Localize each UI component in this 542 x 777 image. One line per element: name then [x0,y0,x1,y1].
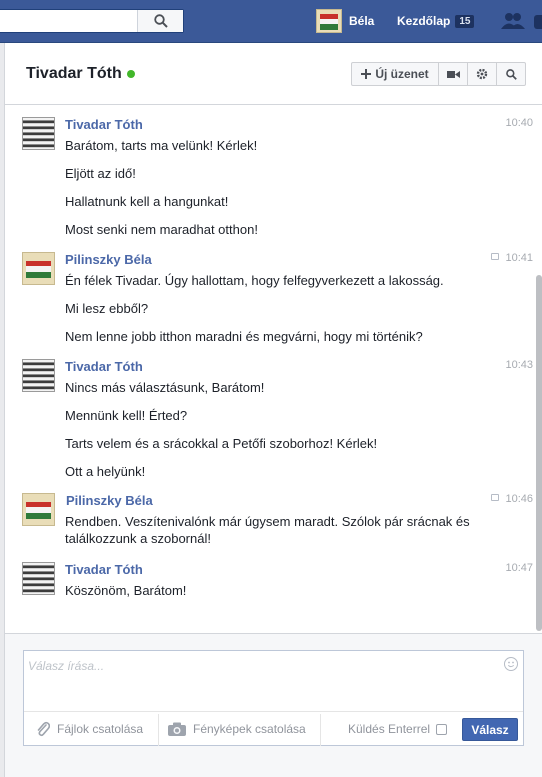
message-text: Most senki nem maradhat otthon! [65,222,258,237]
attach-photos-label: Fényképek csatolása [193,722,306,736]
smiley-icon[interactable] [504,657,518,671]
sender-name[interactable]: Tivadar Tóth [65,562,143,577]
messages-icon[interactable] [534,15,542,29]
video-icon [446,70,460,78]
video-call-button[interactable] [438,63,467,85]
home-notification-count: 15 [455,14,475,28]
sender-name[interactable]: Tivadar Tóth [65,117,143,132]
sender-avatar[interactable] [22,117,55,150]
sender-avatar[interactable] [22,562,55,595]
reply-input[interactable] [28,657,498,675]
message-text: Én félek Tivadar. Úgy hallottam, hogy fe… [65,273,444,288]
attach-photos-button[interactable]: Fényképek csatolása [168,712,306,746]
reply-button[interactable]: Válasz [462,718,518,741]
message-text: Köszönöm, Barátom! [65,583,187,598]
message-time: 10:46 [505,493,533,505]
message-timestamp: 10:41 [491,252,533,264]
send-on-enter-option[interactable]: Küldés Enterrel [348,722,448,736]
message-timestamp: 10:43 [505,359,533,371]
message-text: Rendben. Veszítenivalónk már úgysem mara… [65,514,470,546]
profile-avatar [316,9,342,33]
sender-avatar[interactable] [22,359,55,392]
message-text: Eljött az idő! [65,166,136,181]
message-time: 10:41 [505,252,533,264]
message-text: Nem lenne jobb itthon maradni és megvárn… [65,329,423,344]
message-text: Ott a helyünk! [65,464,146,479]
new-message-label: Új üzenet [375,67,429,81]
new-message-button[interactable]: Új üzenet [352,63,438,85]
message-text: Barátom, tarts ma velünk! Kérlek! [65,138,258,153]
toolbar-divider [320,714,321,746]
conversation-panel: Tivadar Tóth Új üzenet Tivadar Tóth 10:4… [4,43,542,777]
message-text: Mi lesz ebből? [65,301,149,316]
attach-files-button[interactable]: Fájlok csatolása [36,712,143,746]
search-button[interactable] [137,10,183,32]
camera-icon [168,722,186,736]
sender-avatar[interactable] [22,252,55,285]
conversation-header: Tivadar Tóth Új üzenet [5,43,542,105]
friends-icon[interactable] [501,12,525,30]
attach-files-label: Fájlok csatolása [57,722,144,736]
reply-toolbar: Fájlok csatolása Fényképek csatolása Kül… [24,711,523,746]
toolbar-divider [158,714,159,746]
settings-button[interactable] [467,63,496,85]
message-timestamp: 10:47 [505,562,533,574]
message-text: Mennünk kell! Érted? [65,408,188,423]
message-text: Hallatnunk kell a hangunkat! [65,194,229,209]
reply-composer: Fájlok csatolása Fényképek csatolása Kül… [5,633,542,777]
message-timestamp: 10:40 [505,117,533,129]
plus-icon [361,69,372,79]
send-on-enter-checkbox[interactable] [436,723,448,735]
send-on-enter-label: Küldés Enterrel [348,722,431,736]
home-link[interactable]: Kezdőlap 15 [397,14,475,28]
online-status-indicator [127,70,135,78]
profile-name: Béla [349,14,375,28]
scrollbar-thumb[interactable] [536,275,542,631]
home-label: Kezdőlap [397,14,451,28]
sender-name[interactable]: Tivadar Tóth [65,359,143,374]
message-bubble-icon [491,494,500,501]
reply-box: Fájlok csatolása Fényképek csatolása Kül… [23,650,524,746]
top-navigation-bar: Béla Kezdőlap 15 [0,0,542,43]
sender-name[interactable]: Pilinszky Béla [65,252,152,267]
search-icon [505,68,517,80]
conversation-title[interactable]: Tivadar Tóth [26,65,122,83]
message-text: Nincs más választásunk, Barátom! [65,380,265,395]
sender-avatar[interactable] [22,493,55,526]
gear-icon [476,68,488,80]
profile-link[interactable]: Béla [316,9,374,33]
paperclip-icon [37,721,50,737]
message-thread[interactable]: Tivadar Tóth 10:40 Barátom, tarts ma vel… [5,105,542,633]
sender-name[interactable]: Pilinszky Béla [66,493,153,508]
message-text: Tarts velem és a srácokkal a Petőfi szob… [65,436,378,451]
message-bubble-icon [491,253,500,260]
search-conversation-button[interactable] [496,63,525,85]
search-box[interactable] [0,9,184,33]
message-timestamp: 10:46 [491,493,533,505]
header-actions: Új üzenet [351,62,526,86]
search-icon [153,14,168,28]
